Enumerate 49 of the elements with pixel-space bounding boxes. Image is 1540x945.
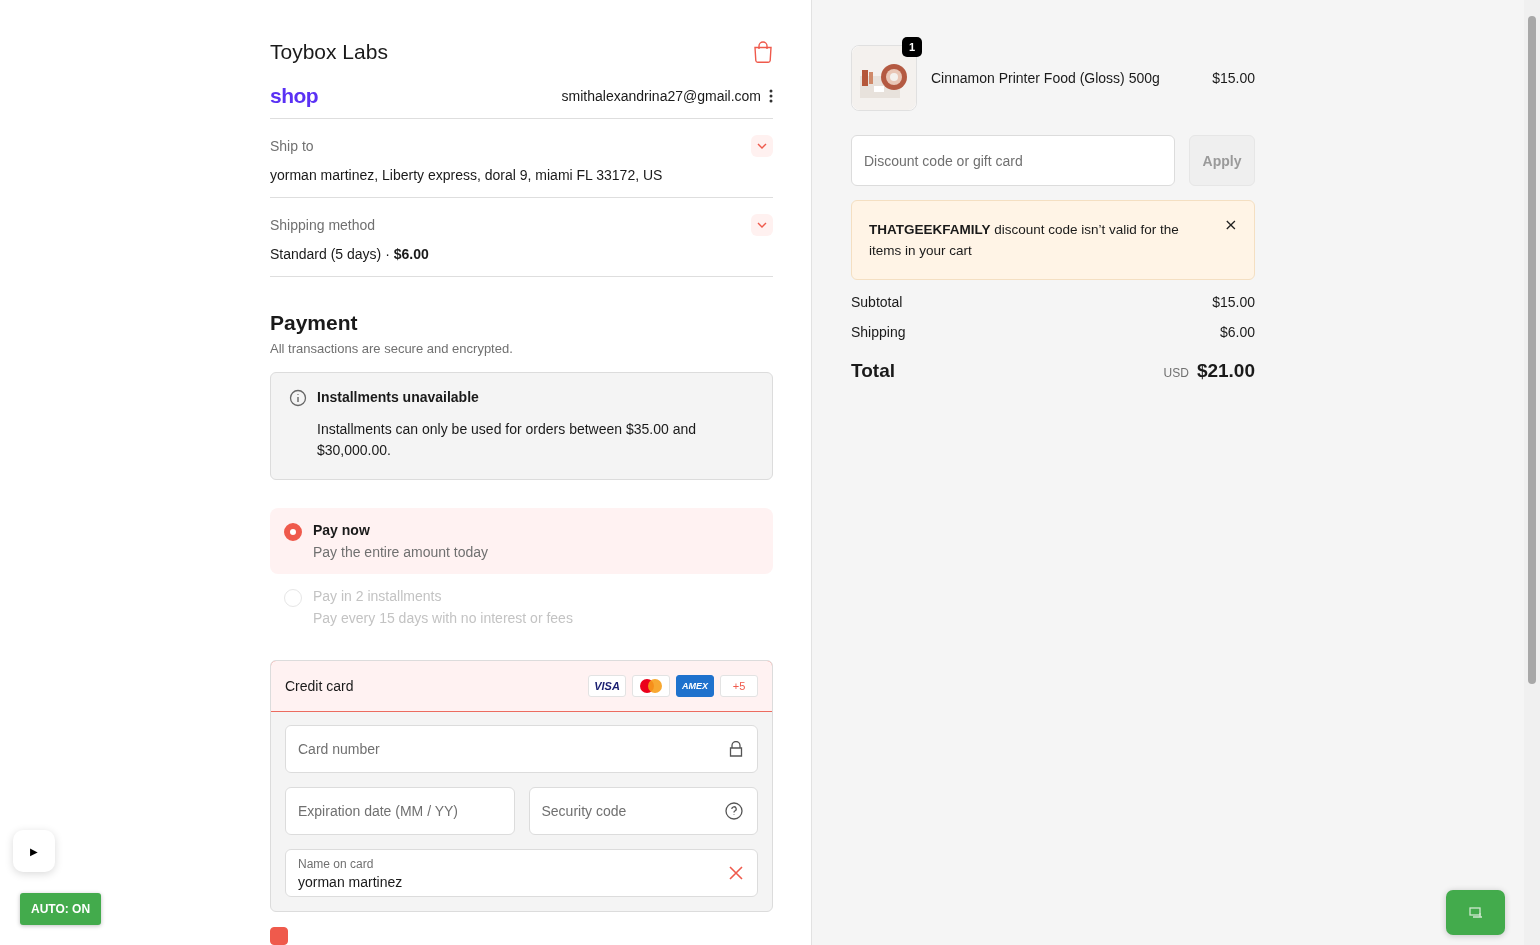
summary-value: Standard (5 days) · $6.00	[270, 246, 430, 262]
amex-logo: AMEX	[676, 675, 714, 697]
product-price: $15.00	[1212, 70, 1255, 86]
action-button[interactable]	[1446, 890, 1505, 935]
summary-label: Shipping	[851, 324, 906, 340]
payment-option[interactable]: Pay now Pay the entire amount today	[270, 508, 773, 574]
monitor-icon	[1468, 906, 1483, 919]
more-icon[interactable]	[769, 89, 773, 103]
checkbox[interactable]	[270, 927, 288, 945]
discount-field[interactable]: Discount code or gift card	[851, 135, 1175, 186]
credit-card-header[interactable]: Credit card VISA AMEX +5	[271, 661, 772, 712]
visa-logo: VISA	[588, 675, 626, 697]
name-field[interactable]: Name on card yorman martinez	[285, 849, 758, 897]
close-icon[interactable]	[1226, 219, 1236, 231]
account-email: smithalexandrina27@gmail.com	[561, 88, 761, 104]
currency-code: USD	[1163, 366, 1189, 380]
summary-value: yorman martinez, Liberty express, doral 9, miami FL 33172, US	[270, 167, 664, 183]
summary-amount: $6.00	[1219, 324, 1255, 340]
total-amount: $21.00	[1196, 360, 1255, 382]
lock-icon	[729, 741, 743, 757]
summary-label: Shipping method	[270, 217, 376, 233]
play-button[interactable]: ▶	[13, 830, 55, 872]
expiry-field[interactable]: Expiration date (MM / YY)	[285, 787, 515, 835]
quantity-badge: 1	[902, 37, 922, 57]
shop-logo: shop	[270, 84, 319, 108]
radio-button[interactable]	[284, 523, 302, 541]
section-title: Payment	[270, 311, 359, 335]
expand-chevron[interactable]	[751, 214, 773, 236]
summary-label: Subtotal	[851, 294, 903, 310]
section-subtitle: All transactions are secure and encrypted.	[270, 341, 514, 356]
alert-text: THATGEEKFAMILY discount code isn’t valid for the items in your cart	[869, 221, 1180, 260]
more-brands-badge: +5	[720, 675, 758, 697]
product-name: Cinnamon Printer Food (Gloss) 500g	[931, 70, 1161, 86]
card-number-field[interactable]: Card number	[285, 725, 758, 773]
info-icon	[289, 389, 307, 407]
auto-button[interactable]: AUTO: ON	[20, 893, 102, 925]
clear-icon[interactable]	[729, 866, 743, 880]
scrollbar[interactable]	[1524, 0, 1540, 945]
shopping-bag-icon[interactable]	[753, 41, 773, 63]
notice-text: Installments can only be used for orders between $35.00 and $30,000.00.	[317, 420, 698, 460]
mastercard-logo	[638, 678, 664, 694]
store-name: Toybox Labs	[270, 40, 388, 64]
help-icon[interactable]	[725, 802, 743, 820]
security-code-field[interactable]: Security code	[528, 787, 758, 835]
summary-amount: $15.00	[1212, 294, 1255, 310]
summary-label: Ship to	[270, 138, 314, 154]
total-label: Total	[851, 360, 895, 382]
expand-chevron[interactable]	[751, 135, 773, 157]
notice-title: Installments unavailable	[317, 389, 480, 405]
